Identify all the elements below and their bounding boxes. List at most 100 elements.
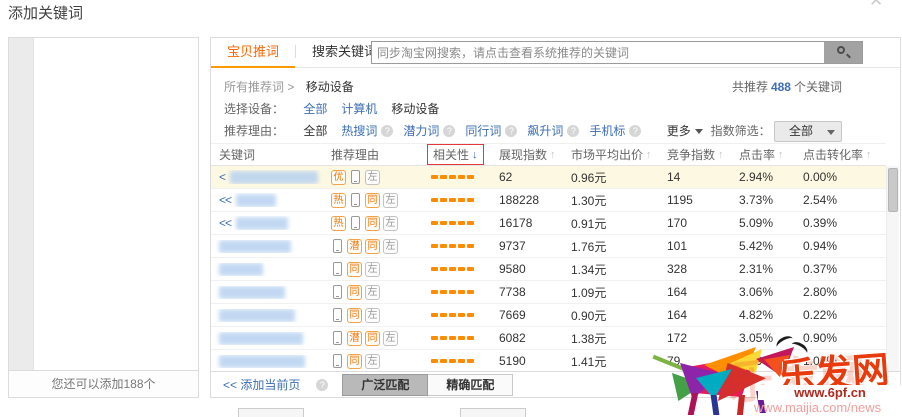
chevron-down-icon bbox=[694, 129, 703, 134]
table-row[interactable]: << 热 同左 16178 0.91元 170 5.09% 0.39% bbox=[211, 212, 886, 235]
column-header-6[interactable]: 竞争指数 ↑ bbox=[659, 146, 731, 163]
impressions-value: 7738 bbox=[499, 285, 526, 299]
left-tag-icon: 左 bbox=[365, 169, 380, 185]
dialog-confirm-button-partial[interactable] bbox=[238, 408, 304, 417]
keyword-blurred-text bbox=[219, 308, 295, 322]
relevance-bar-segment bbox=[449, 221, 456, 225]
mobile-device-icon bbox=[333, 354, 342, 368]
reason-icons-cell: 同左 bbox=[323, 353, 423, 369]
table-row[interactable]: 同左 7738 1.09元 164 3.06% 2.80% bbox=[211, 281, 886, 304]
hot-search-tag-icon: 热 bbox=[331, 215, 346, 231]
quality-tag-icon: 优 bbox=[331, 169, 346, 185]
table-row[interactable]: 同左 9580 1.34元 328 2.31% 0.37% bbox=[211, 258, 886, 281]
dialog-cancel-button-partial[interactable] bbox=[460, 408, 526, 417]
keyword-blurred-text bbox=[219, 262, 263, 276]
close-icon[interactable]: ✕ bbox=[869, 0, 883, 11]
relevance-bar-segment bbox=[458, 244, 465, 248]
sort-up-icon: ↑ bbox=[866, 148, 872, 161]
reason-option-5[interactable]: 手机标 bbox=[589, 124, 625, 138]
keyword-cell bbox=[211, 285, 323, 299]
hot-search-tag-icon: 热 bbox=[331, 192, 346, 208]
device-option-2[interactable]: 移动设备 bbox=[391, 102, 439, 116]
relevance-bar-segment bbox=[431, 267, 438, 271]
dropdown-caret-icon bbox=[827, 130, 835, 136]
column-header-2[interactable]: 推荐理由 bbox=[323, 146, 423, 163]
table-header-row: 关键词 推荐理由 相关性 ↓ 展现指数 ↑ 市场平均出价 ↑ 竞争指数 ↑ 点击率 ↑ 点击转化率 ↑ bbox=[211, 143, 886, 166]
search-button[interactable] bbox=[824, 42, 862, 63]
table-row[interactable]: 潜同左 6082 1.38元 172 3.05% 0.90% bbox=[211, 327, 886, 350]
keyword-prefix: << bbox=[219, 216, 232, 230]
column-label: 展现指数 bbox=[499, 148, 548, 162]
mobile-device-icon bbox=[351, 193, 360, 207]
competition-value: 328 bbox=[667, 262, 688, 276]
tab-bar: 宝贝推词 搜索关键词 bbox=[211, 38, 900, 68]
relevance-bar-segment bbox=[440, 221, 447, 225]
help-icon[interactable]: ? bbox=[443, 125, 456, 137]
add-current-page-link[interactable]: << 添加当前页 bbox=[223, 376, 300, 393]
index-filter-label: 指数筛选： bbox=[710, 124, 771, 138]
left-tag-icon: 左 bbox=[383, 215, 398, 231]
relevance-bar-segment bbox=[467, 336, 474, 340]
left-tag-icon: 左 bbox=[365, 353, 380, 369]
relevance-bar-segment bbox=[431, 244, 438, 248]
relevance-bar-segment bbox=[431, 290, 438, 294]
column-header-4[interactable]: 展现指数 ↑ bbox=[491, 146, 563, 163]
reason-option-4[interactable]: 飙升词 bbox=[527, 124, 563, 138]
table-row[interactable]: << 热 同左 188228 1.30元 1195 3.73% 2.54% bbox=[211, 189, 886, 212]
more-filters-link[interactable]: 更多 bbox=[667, 124, 703, 138]
column-label: 相关性 bbox=[433, 148, 470, 162]
left-tag-icon: 左 bbox=[365, 261, 380, 277]
tab-item-recommend[interactable]: 宝贝推词 bbox=[211, 38, 296, 68]
remaining-quota-note: 您还可以添加188个 bbox=[9, 370, 198, 397]
peer-word-tag-icon: 同 bbox=[347, 307, 362, 323]
column-header-1[interactable]: 关键词 bbox=[211, 146, 323, 163]
table-row[interactable]: < 优左 62 0.96元 14 2.94% 0.00% bbox=[211, 166, 886, 189]
relevance-bars bbox=[423, 290, 491, 294]
avg-price-value: 0.96元 bbox=[571, 170, 607, 185]
table-row[interactable]: 同左 5190 1.41元 79 5.39% 1.00% bbox=[211, 350, 886, 373]
ctr-value: 5.39% bbox=[739, 354, 774, 368]
broad-match-button[interactable]: 广泛匹配 bbox=[342, 373, 429, 396]
relevance-bar-segment bbox=[440, 313, 447, 317]
device-option-0[interactable]: 全部 bbox=[303, 102, 327, 116]
exact-match-button[interactable]: 精确匹配 bbox=[428, 373, 514, 396]
avg-price-value: 0.90元 bbox=[571, 308, 607, 323]
reason-option-2[interactable]: 潜力词 bbox=[403, 124, 439, 138]
column-header-8[interactable]: 点击转化率 ↑ bbox=[795, 146, 873, 163]
breadcrumb-parent[interactable]: 所有推荐词 > bbox=[224, 80, 294, 94]
reason-icons-cell: 同左 bbox=[323, 307, 423, 323]
potential-tag-icon: 潜 bbox=[347, 330, 362, 346]
avg-price-value: 1.76元 bbox=[571, 239, 607, 254]
help-icon[interactable]: ? bbox=[505, 125, 518, 137]
help-icon[interactable]: ? bbox=[316, 378, 329, 391]
scrollbar-thumb[interactable] bbox=[888, 168, 898, 212]
avg-price-value: 1.38元 bbox=[571, 331, 607, 346]
reason-icons-cell: 潜同左 bbox=[323, 330, 423, 346]
sort-up-icon: ↑ bbox=[550, 148, 556, 161]
table-scrollbar[interactable] bbox=[886, 166, 899, 373]
help-icon[interactable]: ? bbox=[629, 125, 642, 137]
device-filter-options: 全部 计算机 移动设备 bbox=[303, 102, 453, 116]
help-icon[interactable]: ? bbox=[381, 125, 394, 137]
keyword-blurred-text bbox=[219, 354, 305, 368]
reason-option-0[interactable]: 全部 bbox=[303, 124, 327, 138]
relevance-bar-segment bbox=[458, 221, 465, 225]
column-header-3[interactable]: 相关性 ↓ bbox=[423, 144, 491, 165]
relevance-bar-segment bbox=[467, 359, 474, 363]
search-input[interactable] bbox=[372, 42, 824, 63]
column-header-7[interactable]: 点击率 ↑ bbox=[731, 146, 795, 163]
relevance-bar-segment bbox=[467, 221, 474, 225]
device-option-1[interactable]: 计算机 bbox=[341, 102, 377, 116]
help-icon[interactable]: ? bbox=[567, 125, 580, 137]
index-filter-dropdown[interactable]: 全部 bbox=[774, 121, 842, 143]
table-row[interactable]: 同左 7669 0.90元 164 4.82% 0.22% bbox=[211, 304, 886, 327]
relevance-bar-segment bbox=[440, 198, 447, 202]
total-keywords-count: 488 bbox=[770, 80, 791, 94]
table-row[interactable]: 潜同左 9737 1.76元 101 5.42% 0.94% bbox=[211, 235, 886, 258]
reason-icons-cell: 热 同左 bbox=[323, 215, 423, 231]
reason-option-1[interactable]: 热搜词 bbox=[341, 124, 377, 138]
column-header-5[interactable]: 市场平均出价 ↑ bbox=[563, 146, 659, 163]
mobile-device-icon bbox=[333, 239, 342, 253]
reason-option-3[interactable]: 同行词 bbox=[465, 124, 501, 138]
reason-filter-options: 全部 热搜词? 潜力词? 同行词? 飙升词? 手机标? bbox=[303, 124, 651, 138]
